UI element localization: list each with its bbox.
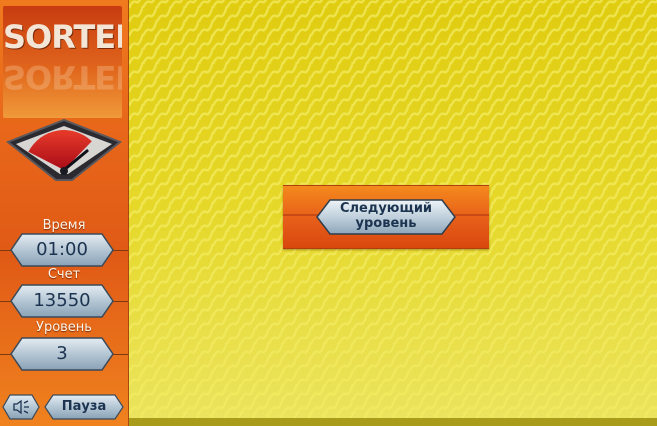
level-display: 3 [10,337,114,371]
sidebar: SORTER SORTER Время 01:0 [0,0,129,426]
logo-text: SORTER [3,18,122,56]
score-label: Счет [47,267,81,282]
time-value: 01:00 [36,239,88,260]
score-display: 13550 [10,284,114,318]
next-level-label-line1: Следующий [339,201,433,216]
next-level-button[interactable]: Следующий уровень [316,199,456,235]
logo-reflection: SORTER [3,58,122,96]
level-value: 3 [56,343,68,364]
speedometer-gauge-icon [6,118,122,181]
score-value: 13550 [33,290,91,311]
time-label: Время [42,218,86,233]
pause-label: Пауза [61,399,107,414]
next-level-dialog: Следующий уровень [283,185,489,249]
time-display: 01:00 [10,233,114,267]
level-label: Уровень [36,320,92,335]
logo: SORTER SORTER [3,6,122,118]
next-level-label-line2: уровень [355,216,417,231]
pause-button[interactable]: Пауза [44,394,124,420]
sound-toggle-button[interactable] [2,394,40,420]
